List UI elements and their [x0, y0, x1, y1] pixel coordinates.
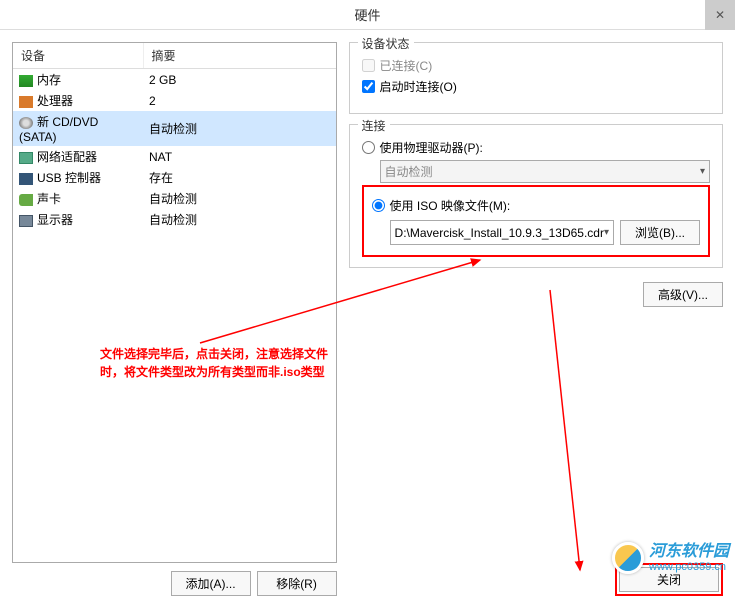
col-summary[interactable]: 摘要 — [143, 43, 336, 69]
chevron-down-icon: ▾ — [700, 166, 705, 177]
dialog-close-button[interactable]: 关闭 — [619, 567, 719, 592]
connect-at-poweron-row[interactable]: 启动时连接(O) — [362, 78, 710, 95]
chevron-down-icon: ▾ — [604, 227, 609, 238]
physical-drive-label: 使用物理驱动器(P): — [380, 139, 483, 156]
iso-row[interactable]: 使用 ISO 映像文件(M): — [372, 197, 700, 214]
device-summary: 存在 — [143, 167, 336, 188]
auto-detect-text: 自动检测 — [385, 163, 433, 180]
display-icon — [19, 215, 33, 227]
connection-group: 连接 使用物理驱动器(P): 自动检测 ▾ 使用 ISO 映像文件(M): — [349, 124, 723, 268]
connected-checkbox[interactable] — [362, 59, 375, 72]
physical-drive-radio[interactable] — [362, 141, 375, 154]
annotation: 文件选择完毕后，点击关闭，注意选择文件 时，将文件类型改为所有类型而非.iso类… — [100, 345, 328, 381]
advanced-button[interactable]: 高级(V)... — [643, 282, 723, 307]
annotation-line2: 时，将文件类型改为所有类型而非.iso类型 — [100, 363, 328, 381]
bottom-bar: 关闭 — [12, 563, 723, 596]
iso-path-text: D:\Mavercisk_Install_10.9.3_13D65.cdr — [395, 226, 604, 240]
cd-icon — [19, 117, 33, 129]
table-row[interactable]: 处理器 2 — [13, 90, 336, 111]
connected-row[interactable]: 已连接(C) — [362, 57, 710, 74]
device-name: 处理器 — [37, 94, 73, 108]
iso-radio[interactable] — [372, 199, 385, 212]
device-summary: NAT — [143, 146, 336, 167]
table-row[interactable]: USB 控制器 存在 — [13, 167, 336, 188]
connection-title: 连接 — [358, 117, 390, 134]
device-summary: 自动检测 — [143, 111, 336, 146]
table-row[interactable]: 显示器 自动检测 — [13, 209, 336, 230]
annotation-line1: 文件选择完毕后，点击关闭，注意选择文件 — [100, 345, 328, 363]
physical-drive-row[interactable]: 使用物理驱动器(P): — [362, 139, 710, 156]
connect-at-poweron-checkbox[interactable] — [362, 80, 375, 93]
col-device[interactable]: 设备 — [13, 43, 143, 69]
browse-button[interactable]: 浏览(B)... — [620, 220, 700, 245]
device-name: 网络适配器 — [37, 150, 97, 164]
net-icon — [19, 152, 33, 164]
table-row[interactable]: 内存 2 GB — [13, 69, 336, 91]
device-summary: 2 GB — [143, 69, 336, 91]
table-row[interactable]: 新 CD/DVD (SATA)自动检测 — [13, 111, 336, 146]
titlebar: 硬件 ✕ — [0, 0, 735, 30]
close-icon: ✕ — [715, 8, 725, 22]
table-row[interactable]: 网络适配器 NAT — [13, 146, 336, 167]
device-name: USB 控制器 — [37, 171, 101, 185]
window-title: 硬件 — [354, 5, 380, 24]
device-name: 显示器 — [37, 213, 73, 227]
device-name: 内存 — [37, 73, 61, 87]
usb-icon — [19, 173, 33, 185]
device-summary: 2 — [143, 90, 336, 111]
table-row[interactable]: 声卡 自动检测 — [13, 188, 336, 209]
iso-highlight: 使用 ISO 映像文件(M): D:\Mavercisk_Install_10.… — [362, 185, 710, 257]
iso-label: 使用 ISO 映像文件(M): — [390, 197, 511, 214]
device-state-group: 设备状态 已连接(C) 启动时连接(O) — [349, 42, 723, 114]
sound-icon — [19, 194, 33, 206]
right-panel: 设备状态 已连接(C) 启动时连接(O) 连接 使用物理驱动器(P): 自动检测… — [349, 42, 723, 596]
dialog-content: 设备 摘要 内存2 GB处理器2新 CD/DVD (SATA)自动检测网络适配器… — [0, 30, 735, 608]
window-close-button[interactable]: ✕ — [705, 0, 735, 30]
physical-drive-dropdown[interactable]: 自动检测 ▾ — [380, 160, 710, 183]
cpu-icon — [19, 96, 33, 108]
close-highlight: 关闭 — [615, 563, 723, 596]
memory-icon — [19, 75, 33, 87]
iso-path-dropdown[interactable]: D:\Mavercisk_Install_10.9.3_13D65.cdr ▾ — [390, 220, 614, 245]
device-list: 设备 摘要 内存2 GB处理器2新 CD/DVD (SATA)自动检测网络适配器… — [12, 42, 337, 563]
connect-at-poweron-label: 启动时连接(O) — [380, 78, 457, 95]
device-state-title: 设备状态 — [358, 35, 414, 52]
device-summary: 自动检测 — [143, 209, 336, 230]
device-name: 声卡 — [37, 192, 61, 206]
advanced-row: 高级(V)... — [349, 282, 723, 307]
connected-label: 已连接(C) — [380, 57, 433, 74]
device-summary: 自动检测 — [143, 188, 336, 209]
left-panel: 设备 摘要 内存2 GB处理器2新 CD/DVD (SATA)自动检测网络适配器… — [12, 42, 337, 596]
